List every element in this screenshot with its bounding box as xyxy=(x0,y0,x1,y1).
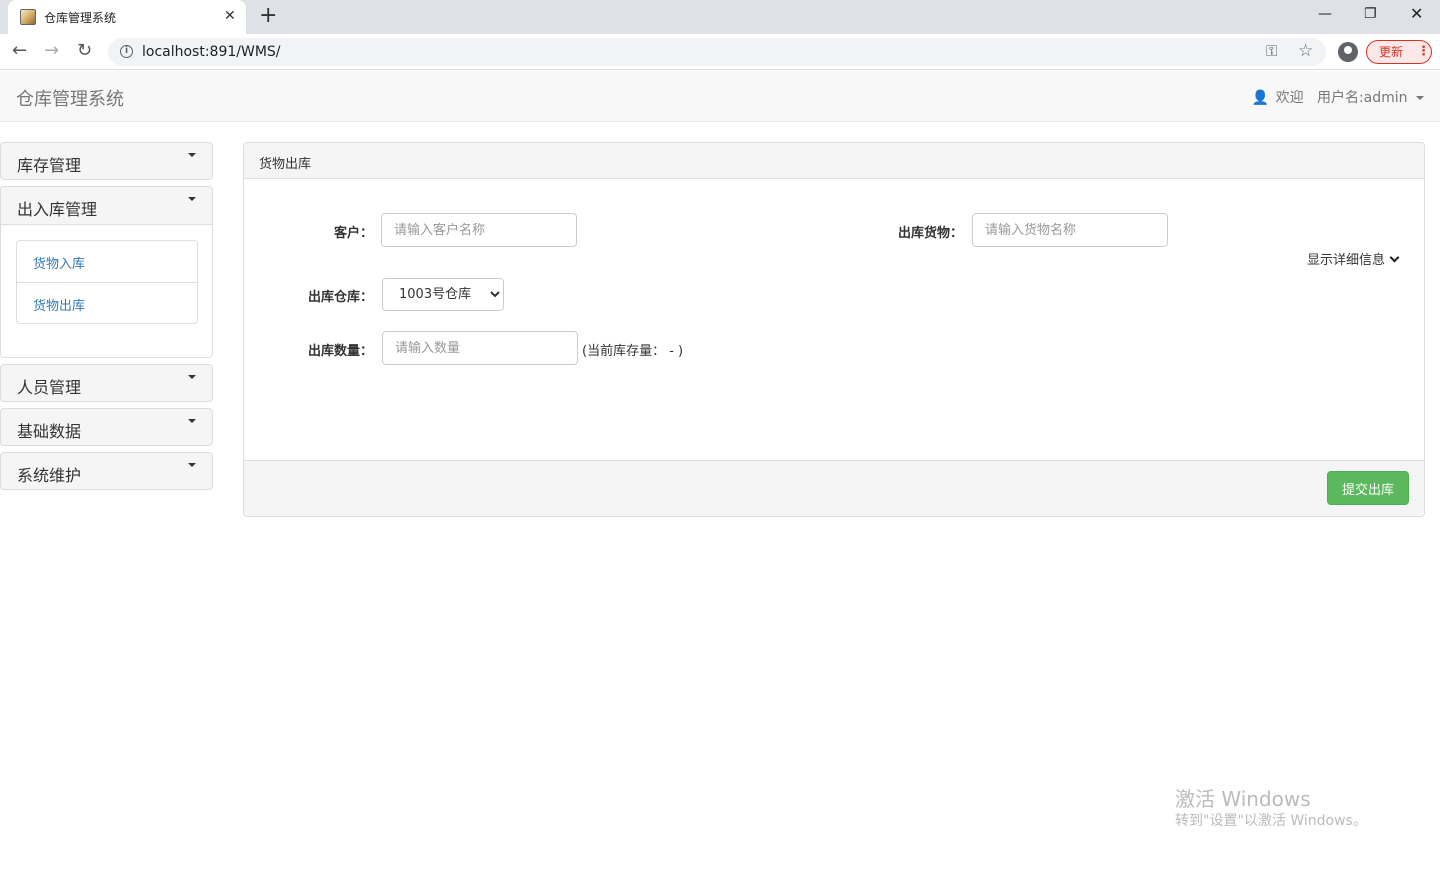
user-icon: 👤 xyxy=(1251,90,1270,106)
key-icon[interactable]: ⚿ xyxy=(1266,42,1277,60)
update-button[interactable]: 更新 ⋮ xyxy=(1366,40,1432,64)
user-menu[interactable]: 👤 欢迎 用户名:admin xyxy=(1252,87,1424,107)
sidebar-section-inout-header[interactable]: 出入库管理 xyxy=(1,187,212,225)
watermark-title: 激活 Windows xyxy=(1175,787,1311,811)
caret-down-icon xyxy=(188,197,196,201)
sidebar-sublist: 货物入库 货物出库 xyxy=(16,240,198,324)
customer-label: 客户： xyxy=(334,226,374,241)
url-text[interactable]: localhost:891/WMS/ xyxy=(142,44,281,60)
tab-close-icon[interactable]: ✕ xyxy=(224,7,236,25)
sidebar-section-label: 出入库管理 xyxy=(17,200,98,219)
sidebar-section-inout: 出入库管理 货物入库 货物出库 xyxy=(0,186,213,358)
update-label: 更新 xyxy=(1379,45,1404,59)
watermark-subtitle: 转到"设置"以激活 Windows。 xyxy=(1175,813,1367,829)
caret-down-icon xyxy=(188,375,196,379)
stock-hint: (当前库存量： - ) xyxy=(582,344,684,359)
tab-title: 仓库管理系统 xyxy=(44,11,117,25)
bookmark-star-icon[interactable]: ☆ xyxy=(1298,41,1313,61)
sidebar-item-stock-out[interactable]: 货物出库 xyxy=(17,282,197,323)
sidebar-section-personnel[interactable]: 人员管理 xyxy=(0,364,213,402)
browser-toolbar: ← → ↻ i localhost:891/WMS/ ⚿ ☆ xyxy=(0,34,1440,70)
sidebar-section-basic-data[interactable]: 基础数据 xyxy=(0,408,213,446)
caret-down-icon xyxy=(188,153,196,157)
quantity-label: 出库数量： xyxy=(308,344,374,359)
caret-down-icon xyxy=(188,463,196,467)
show-details-toggle[interactable]: 显示详细信息 xyxy=(1307,249,1400,268)
warehouse-select[interactable]: 1003号仓库 xyxy=(382,278,504,311)
quantity-input[interactable] xyxy=(382,331,578,365)
stock-out-panel: 货物出库 客户： 出库货物： 显示详细信息 出库仓库： 1003号仓库 出库数量… xyxy=(243,142,1425,517)
browser-tab[interactable]: 仓库管理系统 ✕ xyxy=(8,0,246,34)
app-navbar: 仓库管理系统 👤 欢迎 用户名:admin xyxy=(0,71,1440,122)
caret-down-icon xyxy=(1416,96,1424,100)
minimize-icon[interactable]: — xyxy=(1318,4,1332,24)
sidebar-item-stock-in[interactable]: 货物入库 xyxy=(17,241,197,282)
sidebar-section-label: 库存管理 xyxy=(17,156,82,175)
chevron-down-icon xyxy=(1389,252,1400,263)
sidebar-section-label: 系统维护 xyxy=(17,466,82,485)
panel-footer: 提交出库 xyxy=(244,460,1424,516)
address-bar[interactable]: i localhost:891/WMS/ ⚿ ☆ xyxy=(108,38,1326,66)
profile-avatar-icon[interactable] xyxy=(1338,42,1358,62)
forward-arrow-icon[interactable]: → xyxy=(44,41,59,61)
window-close-icon[interactable]: ✕ xyxy=(1410,4,1423,24)
maximize-icon[interactable]: ❐ xyxy=(1364,4,1377,24)
submit-stock-out-button[interactable]: 提交出库 xyxy=(1327,471,1409,505)
sidebar-section-label: 人员管理 xyxy=(17,378,82,397)
goods-input[interactable] xyxy=(972,213,1168,247)
sidebar-section-inventory[interactable]: 库存管理 xyxy=(0,142,213,180)
brand-title[interactable]: 仓库管理系统 xyxy=(16,85,124,111)
warehouse-label: 出库仓库： xyxy=(308,290,374,305)
username-text: 用户名:admin xyxy=(1316,90,1408,106)
favicon-icon xyxy=(20,9,36,25)
info-icon[interactable]: i xyxy=(120,45,133,58)
sidebar-section-system[interactable]: 系统维护 xyxy=(0,452,213,490)
new-tab-icon[interactable]: + xyxy=(259,4,277,28)
reload-icon[interactable]: ↻ xyxy=(77,41,92,61)
customer-input[interactable] xyxy=(381,213,577,247)
menu-dots-icon: ⋮ xyxy=(1417,44,1430,59)
show-details-label: 显示详细信息 xyxy=(1307,253,1386,268)
caret-down-icon xyxy=(188,419,196,423)
welcome-text: 欢迎 xyxy=(1275,90,1304,106)
sidebar: 库存管理 出入库管理 货物入库 货物出库 人员管理 基础数据 系统维护 xyxy=(0,142,213,496)
goods-label: 出库货物： xyxy=(898,226,964,241)
back-arrow-icon[interactable]: ← xyxy=(12,41,27,61)
panel-title: 货物出库 xyxy=(244,143,1424,179)
browser-tab-bar: 仓库管理系统 ✕ + — ❐ ✕ xyxy=(0,0,1440,34)
sidebar-section-label: 基础数据 xyxy=(17,422,82,441)
